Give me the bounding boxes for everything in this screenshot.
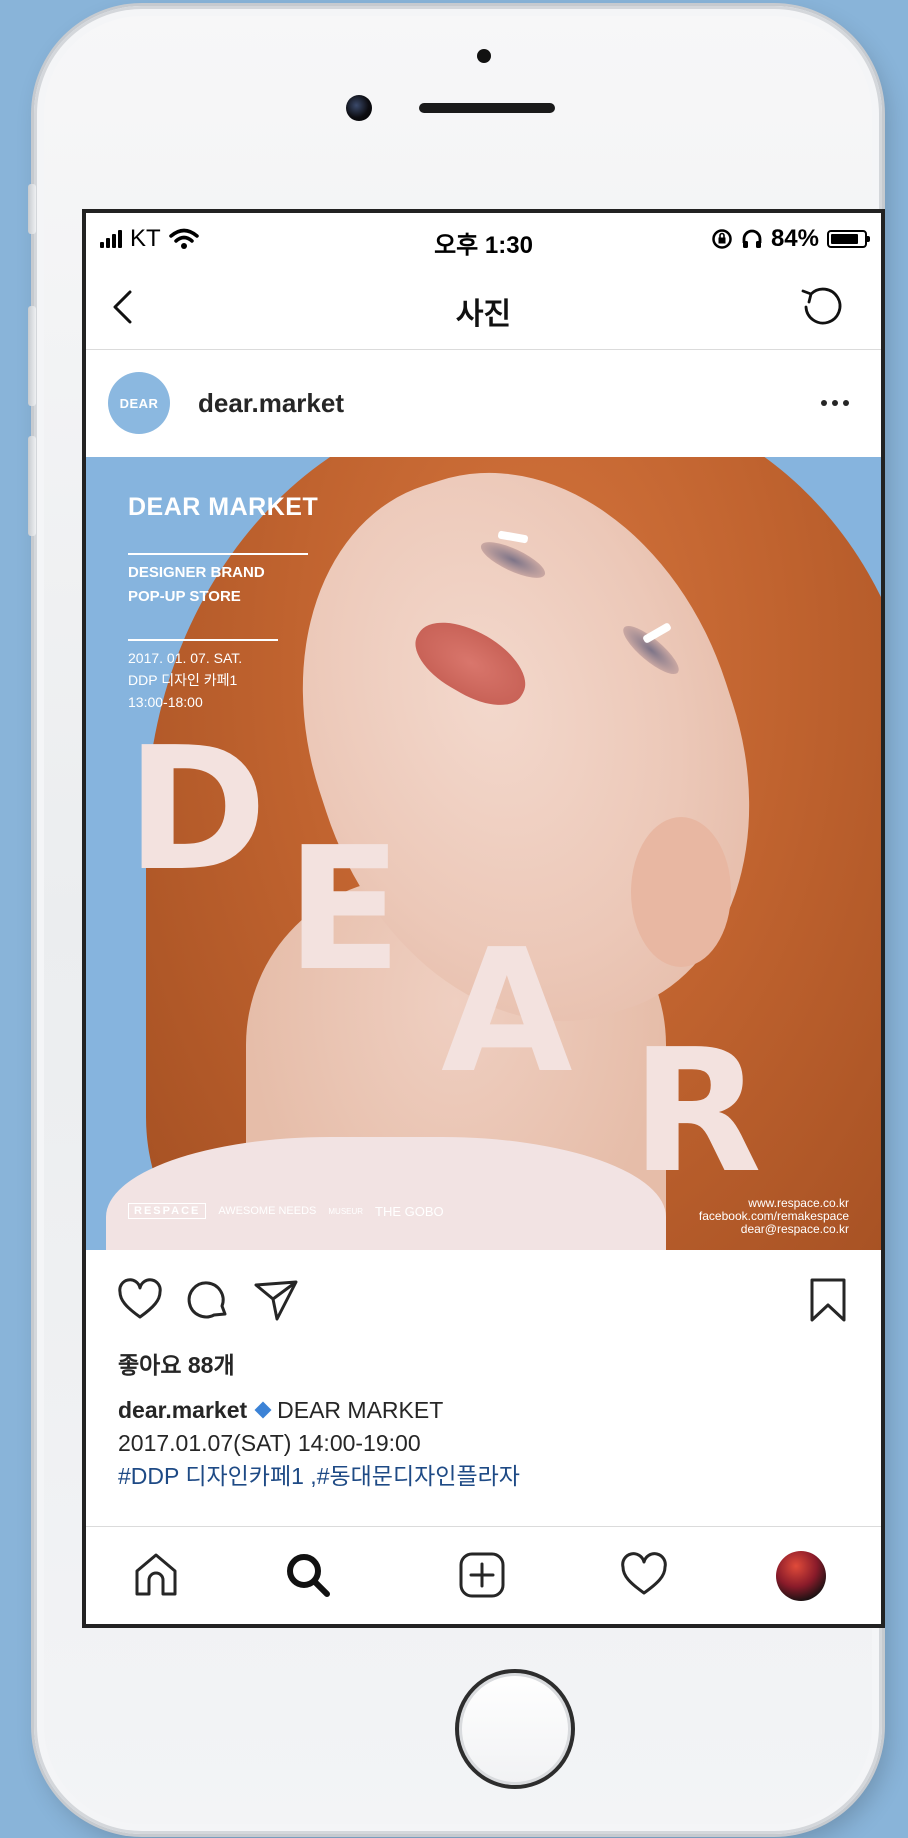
sponsor-the-gobo: THE GOBO: [375, 1203, 444, 1219]
profile-avatar[interactable]: [776, 1551, 826, 1601]
diamond-icon: [254, 1401, 272, 1419]
poster-divider-2: [128, 639, 278, 641]
poster-shirt-shape: [106, 1137, 666, 1250]
refresh-icon[interactable]: [797, 281, 847, 331]
add-post-icon[interactable]: [456, 1549, 508, 1601]
likes-count[interactable]: 좋아요 88개: [118, 1346, 235, 1380]
poster-letter-d: D: [126, 711, 268, 909]
volume-up-button: [28, 306, 36, 406]
search-icon[interactable]: [282, 1549, 334, 1601]
poster-subtitle-line2: POP-UP STORE: [128, 588, 241, 605]
silent-switch: [28, 184, 36, 234]
sponsor-respace: RESPACE: [128, 1203, 207, 1219]
caption-hashtags[interactable]: #DDP 디자인카페1 ,#동대문디자인플라자: [118, 1460, 520, 1493]
phone-screen: KT 오후 1:30 84% 사진 DEAR dear.market DEAR …: [82, 209, 885, 1628]
front-camera: [346, 95, 372, 121]
activity-heart-icon[interactable]: [618, 1549, 670, 1601]
poster-ear-shape: [631, 817, 731, 967]
poster-event-info: 2017. 01. 07. SAT. DDP 디자인 카페1 13:00-18:…: [128, 647, 242, 713]
battery-percent: 84%: [770, 225, 819, 252]
sponsor-museur: MUSEUR: [328, 1206, 364, 1216]
page-title: 사진: [455, 298, 512, 331]
headphones-icon: [742, 229, 762, 248]
poster-venue: DDP 디자인 카페1: [128, 672, 238, 688]
poster-subtitle: DESIGNER BRAND POP-UP STORE: [128, 561, 265, 609]
more-icon[interactable]: [821, 400, 849, 406]
caption-line-2: 2017.01.07(SAT) 14:00-19:00: [118, 1430, 421, 1456]
caption-line-1: dear.market DEAR MARKET: [118, 1394, 520, 1427]
post-caption: dear.market DEAR MARKET 2017.01.07(SAT) 1…: [118, 1394, 520, 1493]
caption-title: DEAR MARKET: [277, 1397, 444, 1423]
home-button[interactable]: [455, 1669, 575, 1789]
poster-contacts: www.respace.co.kr facebook.com/remakespa…: [699, 1197, 849, 1236]
poster-letter-a: A: [441, 913, 573, 1111]
poster-divider-1: [128, 553, 308, 555]
earpiece-speaker: [419, 103, 555, 113]
home-icon[interactable]: [130, 1549, 182, 1601]
poster-headline: DEAR MARKET: [128, 493, 319, 521]
status-right: 84%: [711, 225, 870, 253]
battery-icon: [827, 230, 870, 248]
bookmark-icon[interactable]: [804, 1276, 852, 1324]
caption-username[interactable]: dear.market: [118, 1397, 247, 1423]
post-header: DEAR dear.market: [86, 350, 881, 457]
heart-icon[interactable]: [116, 1276, 164, 1324]
poster-sponsors: RESPACE AWESOME NEEDS MUSEUR THE GOBO: [128, 1203, 444, 1219]
post-actions: [86, 1250, 881, 1346]
send-icon[interactable]: [252, 1276, 300, 1324]
post-image[interactable]: DEAR MARKET DESIGNER BRAND POP-UP STORE …: [86, 457, 881, 1250]
poster-hours: 13:00-18:00: [128, 694, 203, 710]
comment-icon[interactable]: [184, 1276, 232, 1324]
volume-down-button: [28, 436, 36, 536]
battery-fill: [831, 234, 858, 244]
sponsor-awesome-needs: AWESOME NEEDS: [218, 1205, 317, 1217]
tab-bar: [86, 1526, 881, 1624]
poster-subtitle-line1: DESIGNER BRAND: [128, 564, 265, 581]
post-username[interactable]: dear.market: [198, 388, 344, 419]
status-bar: KT 오후 1:30 84%: [86, 213, 881, 263]
rotation-lock-icon: [712, 229, 732, 249]
poster-letter-r: R: [631, 1013, 762, 1211]
poster-letter-e: E: [286, 811, 403, 1009]
sensor-dot: [477, 49, 491, 63]
avatar[interactable]: DEAR: [108, 372, 170, 434]
poster-email: dear@respace.co.kr: [740, 1222, 849, 1236]
nav-bar: 사진: [86, 263, 881, 350]
poster-date: 2017. 01. 07. SAT.: [128, 650, 243, 666]
